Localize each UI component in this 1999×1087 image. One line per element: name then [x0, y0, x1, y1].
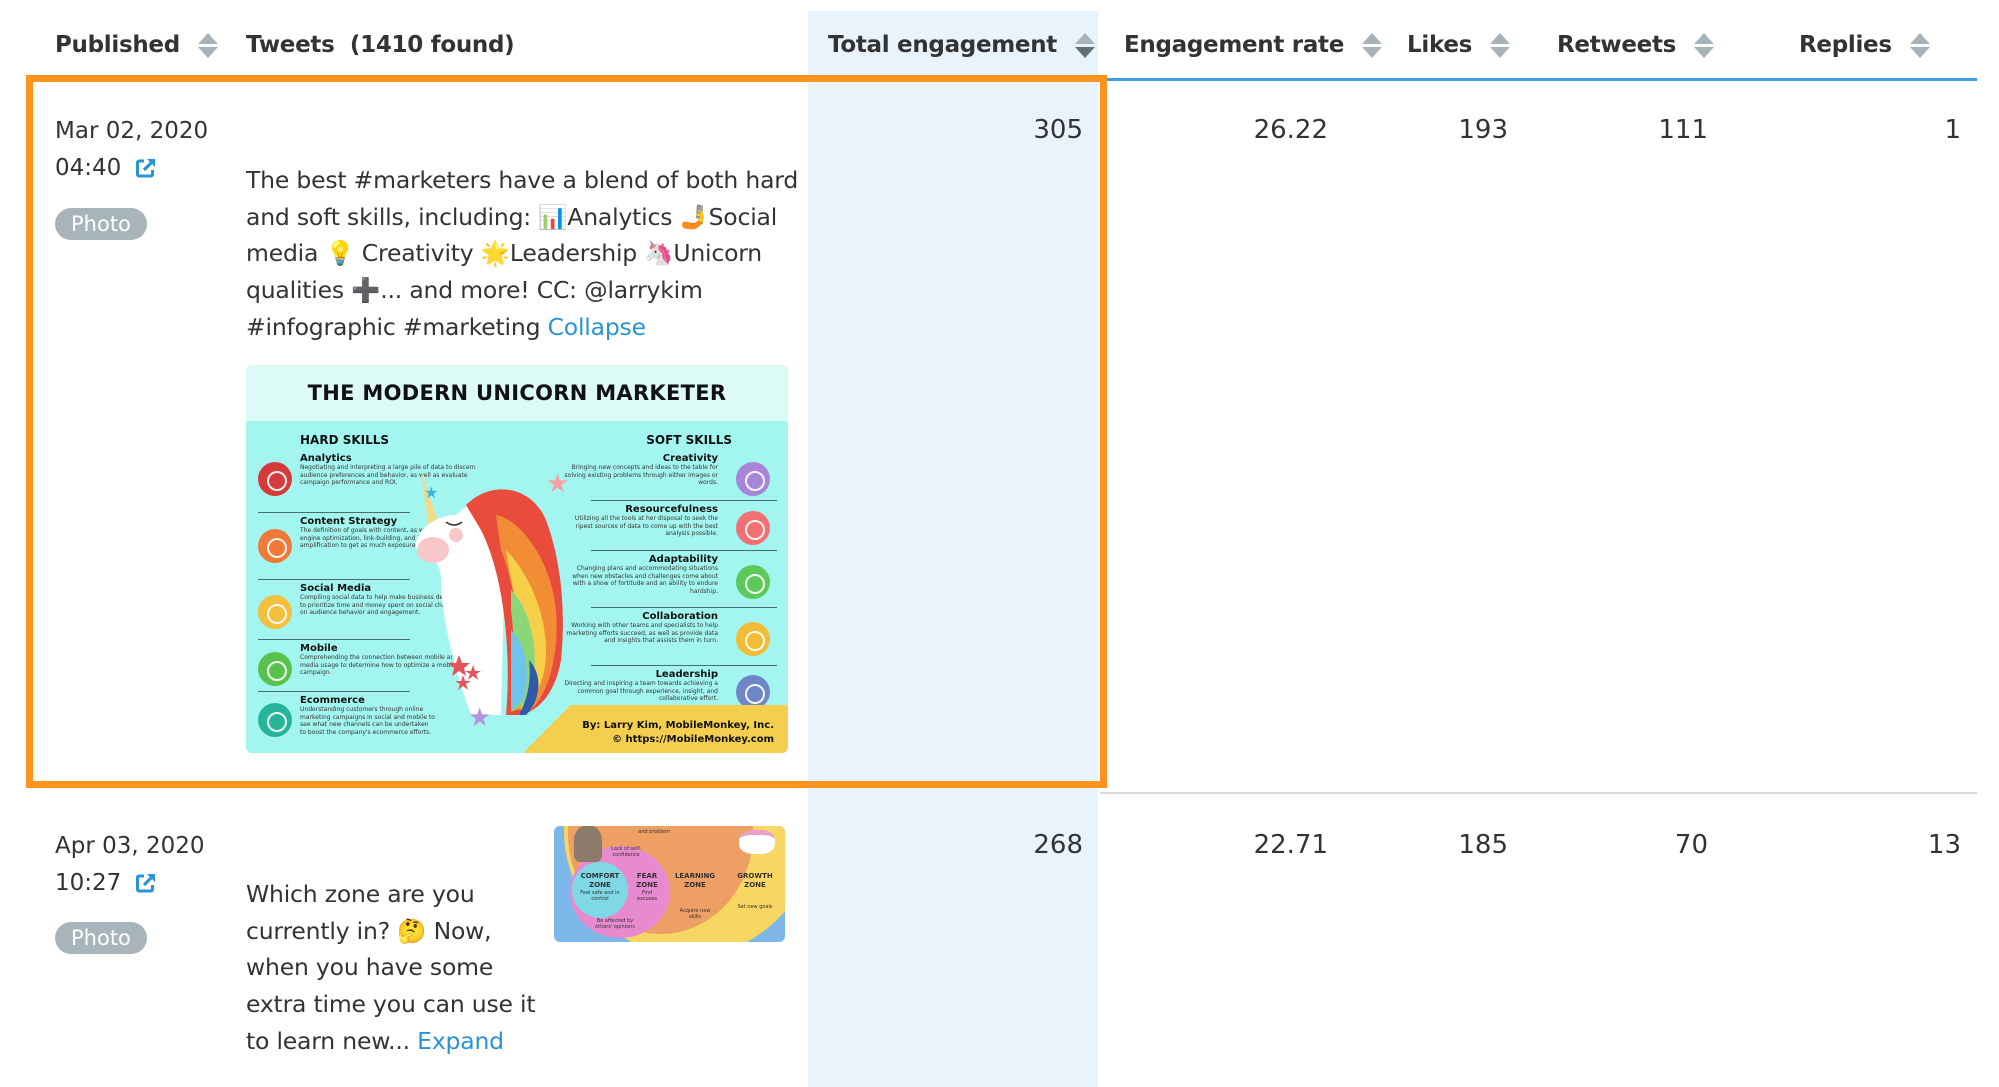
- row-highlight-frame: [26, 75, 1107, 788]
- column-label: Retweets: [1557, 32, 1677, 58]
- unicorn-illustration: [739, 830, 775, 854]
- zone-annotation: Be affected by others' opinions: [595, 918, 635, 930]
- likes-value: 185: [1458, 830, 1508, 860]
- engagement-rate-value: 26.22: [1253, 115, 1328, 145]
- zone-label: COMFORT ZONE Feel safe and in control: [580, 872, 620, 902]
- sort-icon[interactable]: [197, 30, 218, 60]
- sort-icon[interactable]: [1362, 30, 1383, 60]
- zone-label: LEARNING ZONE Acquire new skills: [674, 872, 716, 920]
- column-label: Likes: [1407, 32, 1473, 58]
- retweets-value: 70: [1674, 830, 1708, 860]
- sort-descending-icon[interactable]: [1075, 30, 1095, 60]
- header-underline: [1100, 78, 1977, 81]
- tweet-text-line: currently in? 🤔 Now,: [246, 916, 492, 945]
- likes-value: 193: [1458, 115, 1508, 145]
- sort-icon[interactable]: [1909, 30, 1930, 60]
- external-link-icon[interactable]: [135, 872, 157, 894]
- published-date: Apr 03, 2020: [55, 833, 205, 859]
- row-divider: [1100, 792, 1977, 794]
- tweet-text: Which zone are you currently in? 🤔 Now, …: [246, 876, 536, 1060]
- zone-annotation: and problem: [638, 829, 670, 835]
- column-header-total-engagement[interactable]: Total engagement: [828, 28, 1095, 62]
- column-label: Published: [55, 32, 180, 58]
- time-text: 10:27: [55, 870, 122, 896]
- tweet-text-line: to learn new... Expand: [246, 1023, 535, 1060]
- sort-icon[interactable]: [1490, 30, 1511, 60]
- tweet-text-line: when you have some: [246, 953, 494, 982]
- retweets-value: 111: [1658, 115, 1708, 145]
- published-time: 10:27: [55, 870, 157, 896]
- column-header-published[interactable]: Published: [55, 28, 218, 62]
- donkey-illustration: [574, 826, 602, 862]
- zone-label: GROWTH ZONE Set new goals: [737, 872, 773, 910]
- tweet-type-badge: Photo: [55, 922, 147, 954]
- zone-label: FEAR ZONE Find excuses: [636, 872, 658, 902]
- replies-value: 1: [1944, 115, 1961, 145]
- column-header-engagement-rate[interactable]: Engagement rate: [1124, 28, 1383, 62]
- column-label: Total engagement: [828, 32, 1057, 58]
- tweet-text-line: extra time you can use it: [246, 990, 536, 1019]
- tweet-text-fragment: to learn new...: [246, 1026, 418, 1055]
- expand-link[interactable]: Expand: [417, 1027, 504, 1055]
- column-header-replies[interactable]: Replies: [1799, 28, 1930, 62]
- total-engagement-value: 268: [1033, 830, 1083, 860]
- column-label: Replies: [1799, 32, 1892, 58]
- replies-value: 13: [1927, 830, 1961, 860]
- column-label: Engagement rate: [1124, 32, 1345, 58]
- engagement-rate-value: 22.71: [1253, 830, 1328, 860]
- column-header-retweets[interactable]: Retweets: [1557, 28, 1715, 62]
- zone-annotation: Lack of self-confidence: [611, 846, 641, 858]
- column-header-tweets: Tweets (1410 found): [246, 28, 515, 62]
- tweet-text-line: Which zone are you: [246, 880, 475, 908]
- column-label: Tweets (1410 found): [246, 32, 515, 58]
- tweet-image-thumbnail[interactable]: COMFORT ZONE Feel safe and in control FEA…: [554, 826, 785, 942]
- sort-icon[interactable]: [1694, 30, 1715, 60]
- column-header-likes[interactable]: Likes: [1407, 28, 1511, 62]
